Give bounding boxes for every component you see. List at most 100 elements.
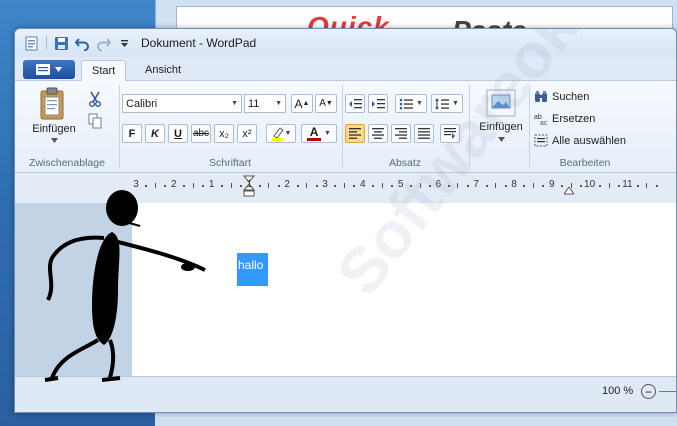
quick-access-separator (46, 36, 47, 50)
font-group: Calibri ▼ 11 ▼ A▲ A▼ F K U abc x₂ x² ▼ (120, 81, 340, 173)
font-family-value: Calibri (126, 97, 158, 110)
app-icon[interactable] (23, 35, 40, 52)
zoom-out-button[interactable]: − (641, 384, 656, 399)
ruler-tick (410, 185, 413, 187)
cut-button[interactable] (85, 89, 105, 108)
align-center-icon (372, 128, 384, 139)
file-menu-button[interactable] (23, 60, 75, 79)
ruler-tick (646, 183, 648, 188)
right-indent-marker[interactable] (564, 187, 574, 195)
ruler[interactable]: 3 2 1 1 2 3 4 5 6 7 8 9 10 11 (132, 175, 676, 197)
ruler-tick (221, 185, 224, 187)
ruler-tick (277, 185, 280, 187)
underline-button[interactable]: U (168, 124, 188, 143)
justify-icon (418, 128, 430, 139)
title-bar: Dokument - WordPad (15, 29, 676, 57)
chevron-down-icon: ▼ (275, 100, 282, 107)
ruler-tick (296, 185, 299, 187)
shrink-arrow-icon: ▼ (325, 100, 333, 107)
bold-button[interactable]: F (122, 124, 142, 143)
paste-button[interactable]: Einfügen (29, 87, 79, 143)
zoom-slider[interactable] (659, 391, 676, 392)
redo-icon[interactable] (95, 35, 112, 52)
subscript-button[interactable]: x₂ (214, 124, 234, 143)
insert-button[interactable]: Einfügen (474, 89, 528, 142)
editing-group: Suchen ab ac Ersetzen Alle auswählen Bear… (530, 81, 640, 173)
font-family-select[interactable]: Calibri ▼ (122, 94, 242, 113)
highlight-color-button[interactable]: ▼ (266, 124, 296, 143)
ruler-tick (391, 185, 394, 187)
ruler-number: 6 (435, 179, 442, 190)
font-group-label: Schriftart (208, 157, 251, 169)
align-center-button[interactable] (368, 124, 388, 143)
tab-view[interactable]: Ansicht (135, 60, 191, 82)
paste-label: Einfügen (32, 123, 76, 135)
select-all-label: Alle auswählen (552, 134, 626, 147)
superscript-button[interactable]: x² (237, 124, 257, 143)
ruler-tick (183, 185, 186, 187)
copy-button[interactable] (85, 111, 105, 130)
bullet-list-icon (399, 98, 414, 109)
insert-picture-icon (486, 89, 516, 117)
grow-font-label: A (294, 96, 303, 111)
paragraph-group-label: Absatz (388, 157, 422, 169)
ruler-number: 3 (133, 179, 139, 190)
grow-font-button[interactable]: A ▲ (291, 94, 313, 113)
ruler-tick (164, 185, 167, 187)
save-icon[interactable] (53, 35, 70, 52)
justify-button[interactable] (414, 124, 434, 143)
select-all-button[interactable]: Alle auswählen (534, 134, 626, 147)
replace-button[interactable]: ab ac Ersetzen (534, 112, 596, 126)
zoom-level: 100 % (602, 385, 634, 397)
ruler-tick (372, 185, 375, 187)
chevron-down-icon: ▼ (416, 100, 423, 107)
chevron-down-icon: ▼ (231, 100, 238, 107)
paragraph-settings-button[interactable] (440, 124, 460, 143)
document-page[interactable]: Softwareok.de (132, 29, 676, 376)
selected-text[interactable]: hallo (237, 253, 268, 286)
decrease-indent-button[interactable] (345, 94, 365, 113)
ruler-bar: 3 2 1 1 2 3 4 5 6 7 8 9 10 11 (15, 173, 676, 203)
font-color-button[interactable]: A ▼ (301, 124, 337, 143)
ruler-tick (192, 183, 194, 188)
list-button[interactable]: ▼ (395, 94, 427, 113)
find-label: Suchen (552, 90, 590, 103)
ruler-tick (617, 185, 620, 187)
ruler-tick (428, 185, 431, 187)
file-menu-icon (36, 64, 50, 75)
copy-icon (88, 113, 101, 128)
ruler-number: 9 (549, 179, 555, 190)
increase-indent-button[interactable] (368, 94, 388, 113)
find-button[interactable]: Suchen (534, 90, 589, 103)
line-spacing-button[interactable]: ▼ (431, 94, 463, 113)
italic-button[interactable]: K (145, 124, 165, 143)
scissors-icon (89, 91, 101, 107)
strikethrough-button[interactable]: abc (191, 124, 211, 143)
ruler-tick (608, 183, 610, 188)
replace-label: Ersetzen (552, 112, 596, 125)
align-right-button[interactable] (391, 124, 411, 143)
undo-icon[interactable] (74, 35, 91, 52)
font-color-bar (307, 138, 322, 141)
ruler-tick (561, 185, 564, 187)
editing-group-label: Bearbeiten (559, 157, 611, 169)
shrink-font-button[interactable]: A ▼ (315, 94, 337, 113)
ribbon: Einfügen Zwischenablage Calibri ▼ 11 ▼ A… (15, 81, 676, 173)
ruler-tick (343, 183, 345, 188)
ruler-number: 8 (511, 179, 517, 190)
font-size-select[interactable]: 11 ▼ (244, 94, 286, 113)
ruler-tick (485, 185, 488, 187)
highlighter-icon (271, 127, 284, 141)
ruler-tick (655, 185, 658, 187)
ruler-number: 10 (584, 179, 596, 190)
align-left-button[interactable] (345, 124, 365, 143)
font-size-value: 11 (248, 97, 260, 110)
document-area: Softwareok.de (15, 29, 676, 376)
ruler-tick (419, 183, 421, 188)
customize-arrow-icon[interactable] (116, 35, 133, 52)
align-left-icon (349, 128, 361, 139)
ruler-number: 11 (622, 179, 633, 190)
tab-start[interactable]: Start (81, 60, 127, 82)
line-spacing-icon (435, 97, 450, 110)
ruler-tick (504, 185, 507, 187)
